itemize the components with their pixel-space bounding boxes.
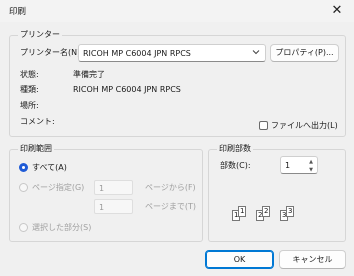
range-selection-radio[interactable] xyxy=(19,223,28,232)
print-to-file-label[interactable]: ファイルへ出力(L) xyxy=(271,121,338,131)
spin-down-icon[interactable]: ▼ xyxy=(307,167,315,174)
printer-name-label: プリンター名(N): xyxy=(20,48,83,57)
collate-page: 2 xyxy=(262,206,270,217)
spin-up-icon[interactable]: ▲ xyxy=(307,159,315,166)
type-label: 種類: xyxy=(20,85,39,94)
where-label: 場所: xyxy=(20,101,39,110)
printer-group-label: プリンター xyxy=(18,30,62,40)
ok-button-label: OK xyxy=(233,255,246,264)
status-value: 準備完了 xyxy=(73,70,105,79)
window-title: 印刷 xyxy=(9,7,27,17)
to-page-field[interactable]: 1 xyxy=(94,199,133,214)
to-page-label: ページまで(T) xyxy=(145,202,196,211)
from-page-label: ページから(F) xyxy=(145,183,196,192)
title-bar: 印刷 ✕ xyxy=(0,0,354,22)
collate-pages-icon: 1 1 2 2 3 3 xyxy=(230,204,310,228)
from-page-field[interactable]: 1 xyxy=(94,180,133,195)
collate-page: 3 xyxy=(286,206,294,217)
print-range-group-label: 印刷範囲 xyxy=(18,144,54,154)
copies-count-stepper[interactable]: 1 ▲ ▼ xyxy=(280,156,318,174)
cancel-button[interactable]: キャンセル xyxy=(279,250,346,269)
range-pages-label[interactable]: ページ指定(G) xyxy=(32,183,84,193)
close-icon[interactable]: ✕ xyxy=(328,2,346,20)
range-pages-radio[interactable] xyxy=(19,183,28,192)
status-label: 状態: xyxy=(20,70,39,79)
from-page-value: 1 xyxy=(99,184,105,193)
range-selection-label[interactable]: 選択した部分(S) xyxy=(32,223,91,233)
range-all-label[interactable]: すべて(A) xyxy=(32,163,67,173)
chevron-down-icon xyxy=(252,48,260,58)
properties-button-label: プロパティ(P)... xyxy=(275,48,334,57)
range-all-radio[interactable] xyxy=(19,163,28,172)
print-to-file-checkbox[interactable] xyxy=(259,121,268,130)
comment-label: コメント: xyxy=(20,117,55,126)
cancel-button-label: キャンセル xyxy=(292,255,333,264)
copies-group-label: 印刷部数 xyxy=(217,144,253,154)
ok-button[interactable]: OK xyxy=(205,250,274,269)
copies-count-label: 部数(C): xyxy=(220,161,251,170)
type-value: RICOH MP C6004 JPN RPCS xyxy=(73,85,181,94)
printer-name-select[interactable]: RICOH MP C6004 JPN RPCS xyxy=(78,44,266,62)
collate-page: 1 xyxy=(238,206,246,217)
copies-count-value: 1 xyxy=(285,161,291,170)
printer-name-value: RICOH MP C6004 JPN RPCS xyxy=(83,49,191,58)
to-page-value: 1 xyxy=(99,203,105,212)
properties-button[interactable]: プロパティ(P)... xyxy=(270,44,339,62)
